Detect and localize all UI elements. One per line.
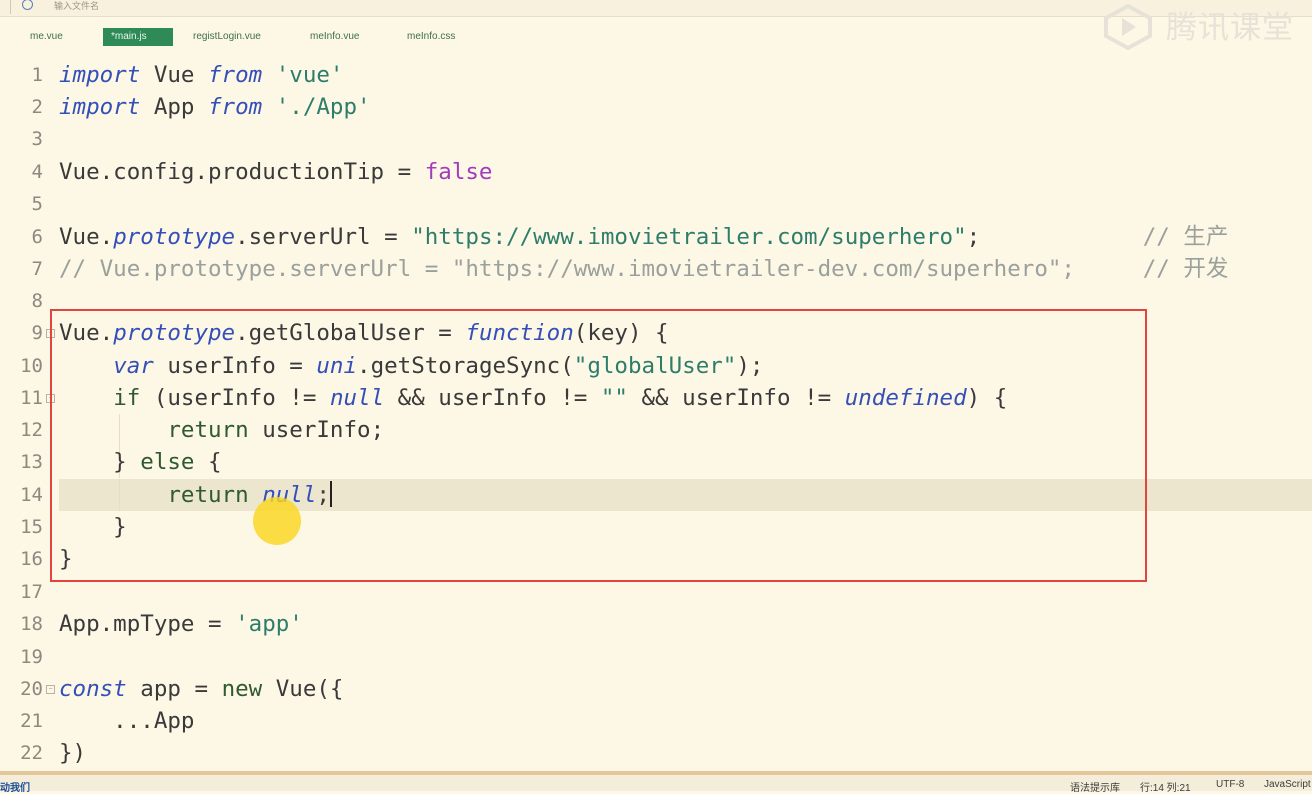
code-line: 2 import App from './App' (0, 91, 1312, 123)
line-number: 12 (20, 419, 43, 441)
fold-toggle-icon[interactable]: − (46, 685, 55, 694)
code-line: 20 − const app = new Vue({ (0, 673, 1312, 705)
line-number: 17 (20, 581, 43, 603)
line-number: 3 (31, 128, 43, 150)
code-text: Vue.prototype.serverUrl = "https://www.i… (59, 224, 1229, 250)
line-number: 16 (20, 548, 43, 570)
code-line: 5 (0, 188, 1312, 220)
line-number: 6 (31, 226, 43, 248)
code-text: }) (59, 740, 87, 766)
code-line: 1 import Vue from 'vue' (0, 59, 1312, 91)
line-number: 19 (20, 646, 43, 668)
code-text: // Vue.prototype.serverUrl = "https://ww… (59, 256, 1229, 282)
code-text: const app = new Vue({ (59, 676, 344, 702)
line-number: 4 (31, 161, 43, 183)
mouse-pointer-highlight (253, 497, 301, 545)
line-number: 5 (31, 193, 43, 215)
status-encoding[interactable]: UTF-8 (1216, 779, 1244, 790)
code-editor[interactable]: 1 import Vue from 'vue' 2 import App fro… (0, 0, 1312, 766)
code-line: 7 // Vue.prototype.serverUrl = "https://… (0, 253, 1312, 285)
line-number: 7 (31, 258, 43, 280)
code-line: 19 (0, 641, 1312, 673)
line-number: 15 (20, 516, 43, 538)
line-number: 11 (20, 387, 43, 409)
status-left-link[interactable]: 动我们 (0, 779, 30, 794)
highlight-annotation-box (50, 309, 1147, 582)
code-text: import Vue from 'vue' (59, 62, 344, 88)
code-text: Vue.config.productionTip = false (59, 159, 493, 185)
line-number: 9 (31, 322, 43, 344)
code-line: 18 App.mpType = 'app' (0, 608, 1312, 640)
code-line: 3 (0, 123, 1312, 155)
line-number: 10 (20, 355, 43, 377)
code-text: ...App (59, 708, 195, 734)
code-line: 4 Vue.config.productionTip = false (0, 156, 1312, 188)
code-line: 21 ...App (0, 705, 1312, 737)
code-text: import App from './App' (59, 94, 371, 120)
line-number: 13 (20, 451, 43, 473)
line-number: 20 (20, 678, 43, 700)
code-line: 22 }) (0, 737, 1312, 769)
line-number: 21 (20, 710, 43, 732)
line-number: 8 (31, 290, 43, 312)
status-cursor-position: 行:14 列:21 (1140, 783, 1191, 794)
status-language[interactable]: JavaScript (1264, 779, 1311, 790)
status-lint[interactable]: 语法提示库 (1070, 779, 1120, 794)
line-number: 22 (20, 742, 43, 764)
code-text: App.mpType = 'app' (59, 611, 303, 637)
line-number: 1 (31, 64, 43, 86)
line-number: 2 (31, 96, 43, 118)
line-number: 18 (20, 613, 43, 635)
line-number: 14 (20, 484, 43, 506)
status-bar: 动我们 语法提示库 行:14 列:21 UTF-8 JavaScript (0, 771, 1312, 794)
code-line: 6 Vue.prototype.serverUrl = "https://www… (0, 221, 1312, 253)
